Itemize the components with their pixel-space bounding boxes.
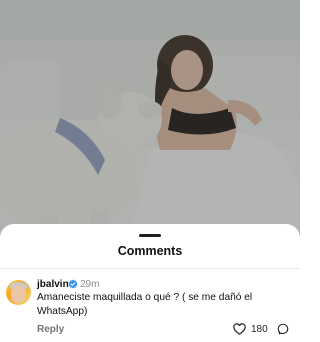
sheet-divider (0, 268, 300, 269)
reply-button[interactable]: Reply (37, 324, 64, 335)
comment-timestamp: 29m (80, 279, 100, 290)
comments-sheet: Comments jbalvin 29m Amaneciste maquilla… (0, 224, 300, 342)
like-count: 180 (251, 324, 268, 335)
heart-icon[interactable] (233, 323, 246, 335)
commenter-avatar[interactable] (6, 280, 31, 305)
share-icon[interactable] (277, 323, 289, 335)
comment-username[interactable]: jbalvin (37, 279, 69, 290)
sheet-title: Comments (117, 244, 183, 258)
verified-badge-icon (68, 279, 78, 289)
comment-text: Amaneciste maquillada o qué ? ( se me da… (37, 292, 253, 317)
sheet-drag-handle[interactable] (139, 234, 161, 237)
